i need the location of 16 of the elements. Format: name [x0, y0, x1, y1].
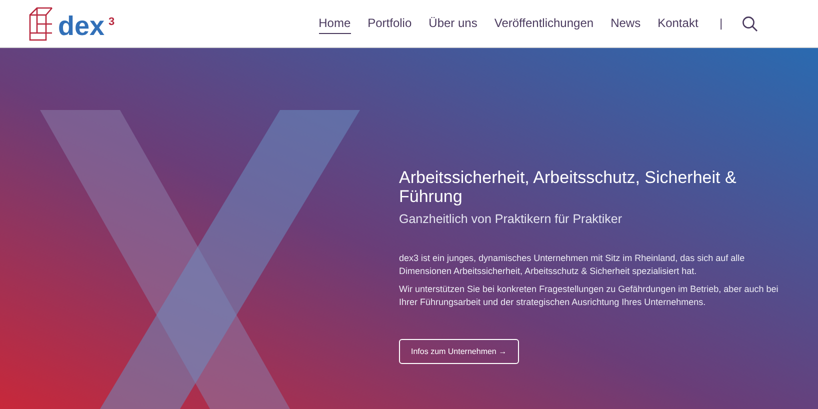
hero-title: Arbeitssicherheit, Arbeitsschutz, Sicherheit & Führung [399, 168, 738, 206]
cube-logo-icon [29, 6, 53, 40]
intro-paragraph: dex3 ist ein junges, dynamisches Unternehmen mit Sitz im Rheinland, das sich auf alle Dimensionen Arbeitssicherheit, Arbeitsschutz & Sicherheit spezialisiert hat. [399, 252, 746, 278]
company-info-button[interactable]: Infos zum Unternehmen → [399, 339, 519, 364]
nav-link[interactable]: Kontakt [658, 13, 698, 34]
nav-link[interactable]: Portfolio [368, 13, 412, 34]
hero-subtitle: Ganzheitlich von Praktikern für Praktiker [399, 212, 624, 226]
nav-link[interactable]: Home [318, 13, 351, 34]
logo-superscript: 3 [108, 16, 115, 28]
nav-link[interactable]: News [610, 13, 641, 34]
nav-link[interactable]: Veröffentlichungen [494, 13, 594, 34]
nav-link[interactable]: Über uns [428, 13, 478, 34]
search-icon[interactable] [742, 16, 758, 32]
intro-paragraph: Wir unterstützen Sie bei konkreten Fragestellungen zu Gefährdungen im Betrieb, aber auch bei Ihrer Führungsarbeit und der strategischen Ausrichtung Ihres Unternehmens. [399, 283, 780, 309]
nav-separator: | [719, 17, 723, 30]
logo-text[interactable]: dex [58, 13, 105, 40]
